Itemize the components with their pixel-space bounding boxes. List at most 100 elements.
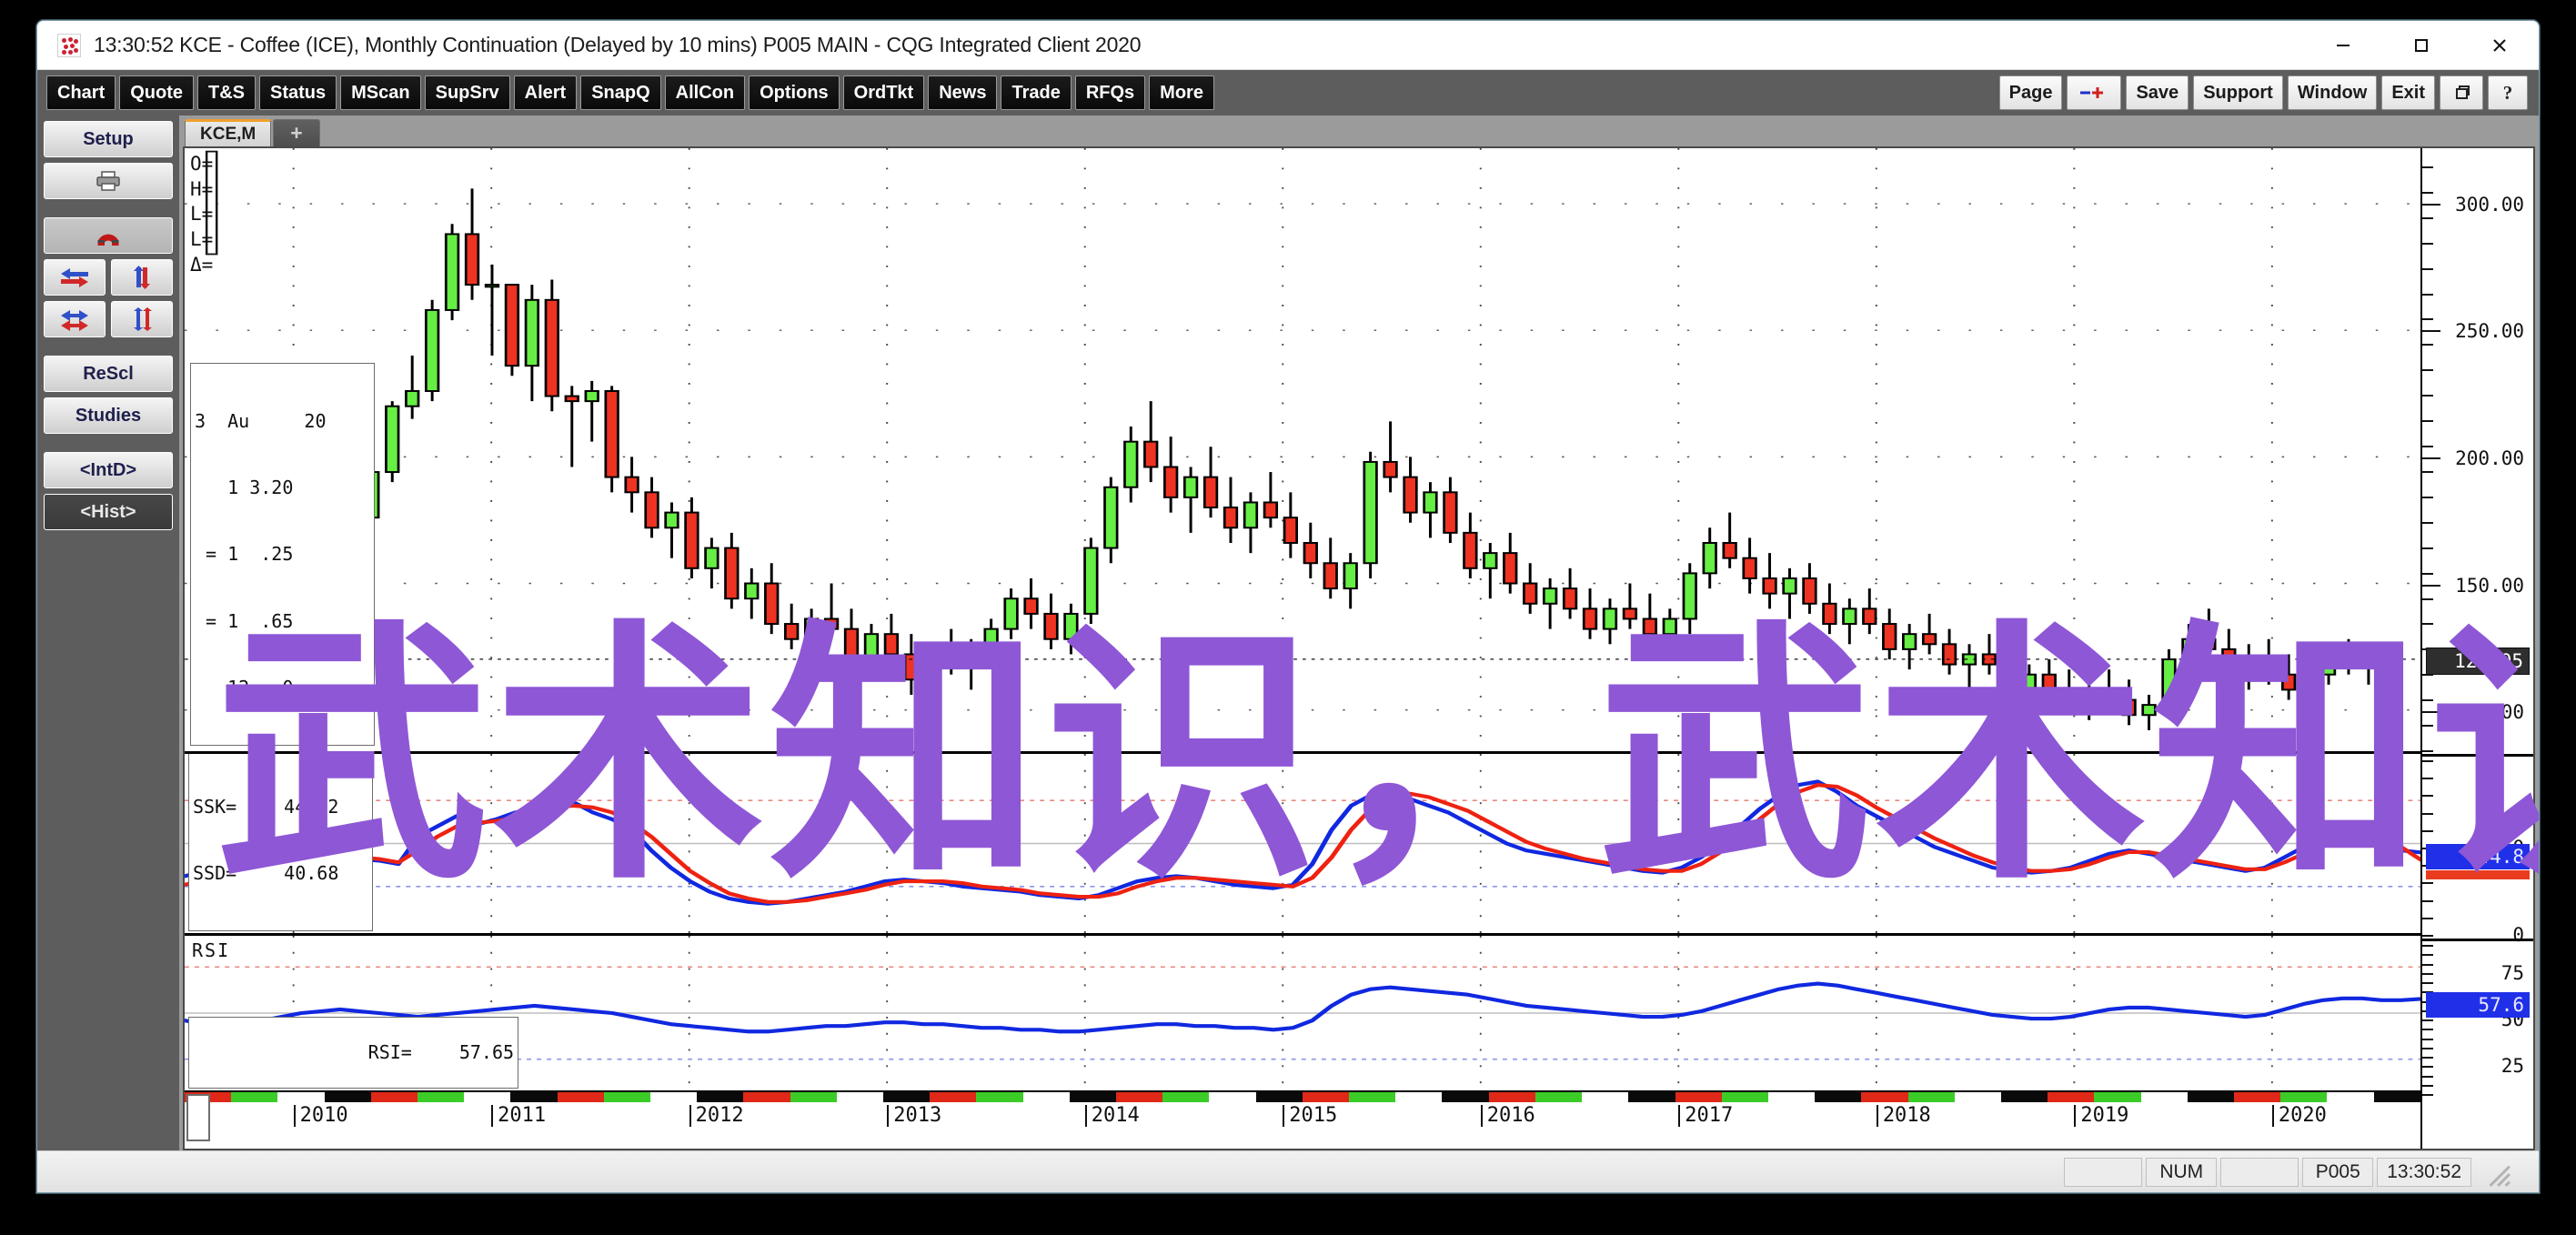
price-axis-label-100: 100.00 bbox=[2455, 701, 2524, 724]
sstoch-axis-tick bbox=[2422, 795, 2433, 798]
date-axis[interactable]: 2010 2011 2012 2013 2014 2015 2016 2017 2018 2019… bbox=[185, 1092, 2420, 1149]
price-axis-tick-200 bbox=[2422, 457, 2440, 459]
toolbar-button-quote[interactable]: Quote bbox=[119, 75, 195, 110]
toolbar-button-support[interactable]: Support bbox=[2193, 75, 2283, 110]
toolbar-button-allcon[interactable]: AllCon bbox=[664, 75, 746, 110]
resize-grip-icon[interactable] bbox=[2480, 1157, 2511, 1188]
status-num-indicator: NUM bbox=[2146, 1157, 2218, 1187]
toolbar-button-exit[interactable]: Exit bbox=[2381, 75, 2435, 110]
date-strip-segment bbox=[231, 1092, 278, 1102]
toolbar-button-supsrv[interactable]: SupSrv bbox=[424, 75, 510, 110]
sstoch-axis-tick bbox=[2422, 935, 2433, 937]
plot-column: O= H= L= L= Δ= 3 Au 20 1 3.20 = 1 .25 = … bbox=[185, 148, 2539, 1149]
studies-button[interactable]: Studies bbox=[44, 397, 173, 434]
year-label-2014: 2014 bbox=[1084, 1104, 1140, 1128]
year-label-2018: 2018 bbox=[1876, 1104, 1931, 1128]
sstoch-pane[interactable]: SStoch SSK=44.82 SSD=40.68 bbox=[185, 754, 2420, 936]
axis-separator-2 bbox=[2422, 939, 2533, 941]
add-tab-button[interactable]: + bbox=[273, 119, 320, 146]
toolbar-button-save[interactable]: Save bbox=[2126, 75, 2189, 110]
price-axis-minor-tick bbox=[2422, 267, 2433, 270]
maximize-button[interactable] bbox=[2382, 21, 2460, 70]
price-axis-label-300: 300.00 bbox=[2455, 193, 2524, 216]
toolbar-button-mscan[interactable]: MScan bbox=[340, 75, 421, 110]
toolbar-button-ordtkt[interactable]: OrdTkt bbox=[842, 75, 925, 110]
value-axis[interactable]: 300.00250.00200.00150.00100.00120.055004… bbox=[2420, 148, 2533, 1149]
ohlc-delta: Δ= bbox=[190, 253, 214, 276]
sstoch-axis-tick bbox=[2422, 917, 2433, 919]
magnet-snap-button[interactable] bbox=[44, 217, 173, 254]
sstoch-axis-tick bbox=[2422, 829, 2433, 832]
sstoch-axis-tick bbox=[2422, 812, 2433, 815]
toolbar-button-chart[interactable]: Chart bbox=[46, 75, 116, 110]
svg-text:?: ? bbox=[2503, 82, 2513, 104]
toolbar-button-rfqs[interactable]: RFQs bbox=[1074, 75, 1146, 110]
rsi-axis-tick bbox=[2422, 954, 2433, 957]
toolbar-button-status[interactable]: Status bbox=[259, 75, 337, 110]
price-axis-tick-100 bbox=[2422, 711, 2440, 714]
toolbar-button-alert[interactable]: Alert bbox=[513, 75, 578, 110]
date-color-strip bbox=[185, 1092, 2420, 1102]
price-axis-minor-tick bbox=[2422, 725, 2433, 728]
date-strip-segment bbox=[697, 1092, 744, 1102]
date-strip-segment bbox=[418, 1092, 465, 1102]
toolbar-button-window[interactable]: Window bbox=[2287, 75, 2378, 110]
rsi-pane[interactable]: RSI RSI= 57.65 bbox=[185, 936, 2420, 1092]
tab-kce-monthly[interactable]: KCE,M bbox=[185, 119, 272, 146]
toolbar-button-more[interactable]: More bbox=[1149, 75, 1214, 110]
historical-button[interactable]: <Hist> bbox=[44, 494, 173, 530]
application-window: 13:30:52 KCE - Coffee (ICE), Monthly Con… bbox=[36, 20, 2540, 1193]
date-strip-segment bbox=[510, 1092, 558, 1102]
candlestick-plot bbox=[185, 148, 2420, 751]
main-toolbar: Chart Quote T&S Status MScan SupSrv Aler… bbox=[37, 70, 2539, 115]
cursor-readout-box: 3 Au 20 1 3.20 = 1 .25 = 1 .65 12 0 bbox=[190, 363, 375, 746]
restore-window-icon[interactable] bbox=[2440, 75, 2483, 110]
horizontal-arrows-icon bbox=[61, 268, 88, 287]
year-label-2012: 2012 bbox=[689, 1104, 744, 1128]
date-strip-segment bbox=[370, 1092, 418, 1102]
toolbar-button-options[interactable]: Options bbox=[749, 75, 840, 110]
pan-vertical-button[interactable] bbox=[111, 259, 173, 296]
compress-horizontal-button[interactable] bbox=[44, 301, 106, 337]
ohlc-low: L= bbox=[190, 203, 214, 226]
setup-button[interactable]: Setup bbox=[44, 121, 173, 157]
close-button[interactable] bbox=[2460, 21, 2539, 70]
compress-vertical-button[interactable] bbox=[111, 301, 173, 337]
toolbar-button-snapq[interactable]: SnapQ bbox=[580, 75, 661, 110]
price-axis-minor-tick bbox=[2422, 191, 2433, 194]
toolbar-button-news[interactable]: News bbox=[928, 75, 998, 110]
price-pane[interactable]: O= H= L= L= Δ= 3 Au 20 1 3.20 = 1 .25 = … bbox=[185, 148, 2420, 754]
year-label-2020: 2020 bbox=[2271, 1104, 2327, 1128]
compress-vertical-icon bbox=[134, 307, 152, 331]
sstoch-axis-label-0: 0 bbox=[2512, 924, 2524, 946]
cursor-line-5: 12 0 bbox=[195, 676, 294, 698]
price-axis-minor-tick bbox=[2422, 216, 2433, 219]
chart-scroll-thumb[interactable] bbox=[186, 1094, 210, 1141]
toolbar-button-zoom-minus-plus[interactable] bbox=[2067, 75, 2122, 110]
date-strip-segment bbox=[1395, 1092, 1443, 1102]
date-strip-segment bbox=[976, 1092, 1023, 1102]
price-axis-minor-tick bbox=[2422, 293, 2433, 296]
year-label-2015: 2015 bbox=[1283, 1104, 1337, 1128]
date-strip-segment bbox=[1022, 1092, 1070, 1102]
question-mark-icon[interactable]: ? bbox=[2488, 75, 2528, 110]
rsi-axis-tick bbox=[2422, 982, 2433, 984]
intraday-button[interactable]: <IntD> bbox=[44, 452, 173, 488]
price-axis-minor-tick bbox=[2422, 521, 2433, 524]
rescale-button[interactable]: ReScl bbox=[44, 356, 173, 392]
price-axis-tick-300 bbox=[2422, 203, 2440, 206]
toolbar-button-trade[interactable]: Trade bbox=[1001, 75, 1072, 110]
magnet-icon bbox=[97, 234, 119, 246]
date-strip-segment bbox=[1069, 1092, 1117, 1102]
toolbar-button-ts[interactable]: T&S bbox=[197, 75, 257, 110]
toolbar-button-page[interactable]: Page bbox=[1998, 75, 2063, 110]
price-axis-minor-tick bbox=[2422, 699, 2433, 702]
minimize-button[interactable] bbox=[2304, 21, 2382, 70]
print-button[interactable] bbox=[44, 163, 173, 199]
date-strip-segment bbox=[1861, 1092, 1908, 1102]
date-strip-segment bbox=[1302, 1092, 1350, 1102]
pan-horizontal-button[interactable] bbox=[44, 259, 106, 296]
date-strip-segment bbox=[1255, 1092, 1303, 1102]
sstoch-readout-box: SSK= 44.82 SSD= 40.68 bbox=[188, 754, 373, 931]
